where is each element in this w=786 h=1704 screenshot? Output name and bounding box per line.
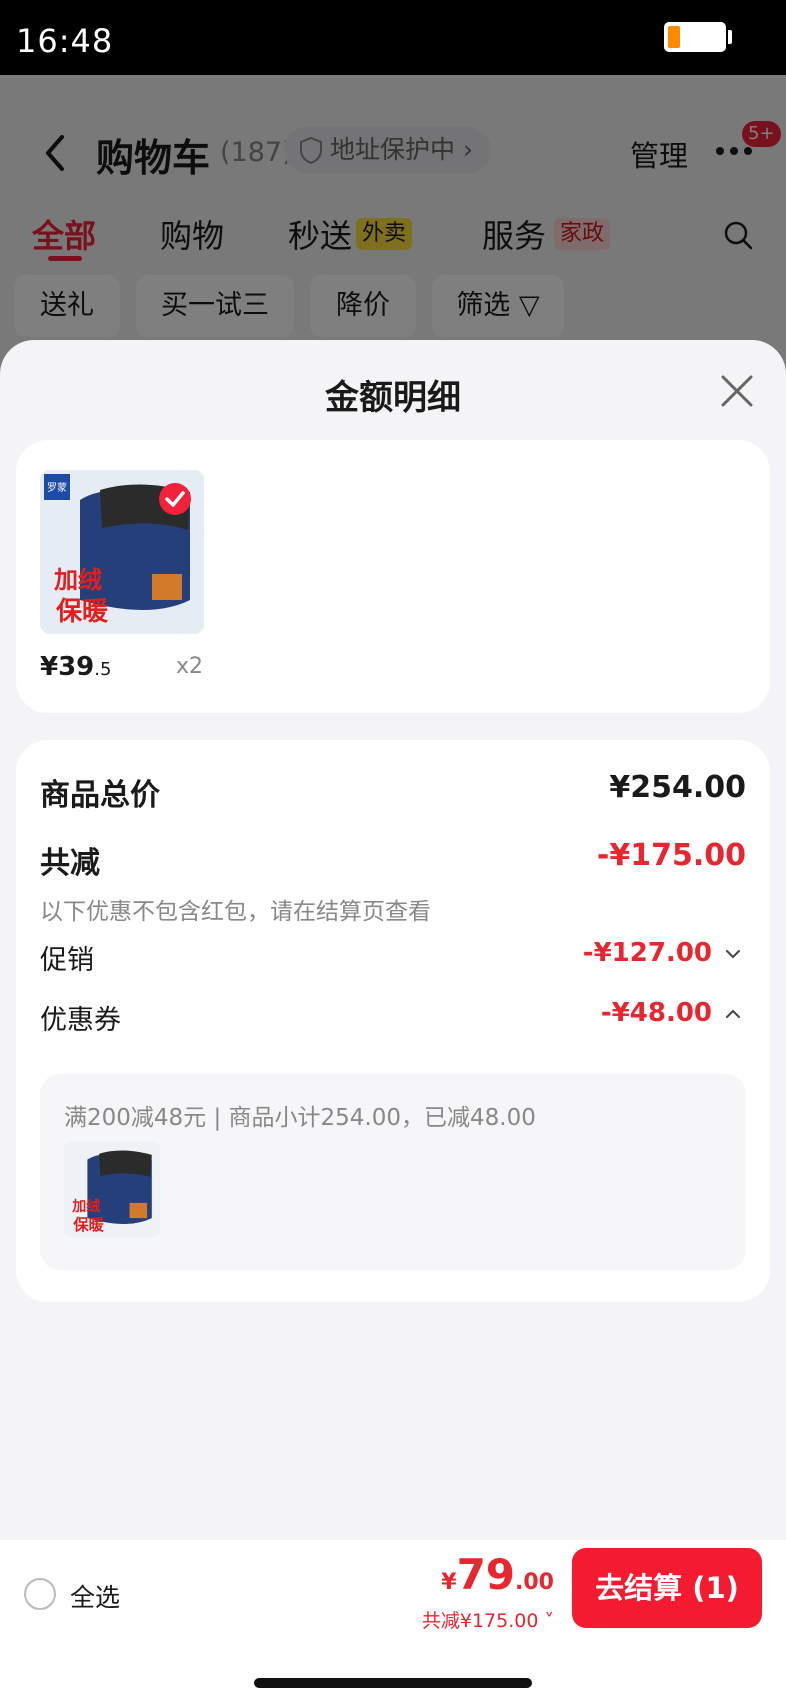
total-discount-text: 共减¥175.00 [421, 1610, 539, 1632]
goods-total-label: 商品总价 [40, 778, 160, 813]
select-all-radio[interactable] [24, 1578, 56, 1610]
coupon-product-image: 加绒 保暖 [64, 1142, 160, 1238]
goods-total-value: ¥254.00 [609, 770, 746, 805]
selected-items-card: 罗蒙 加绒 保暖 ¥39.5 x2 [16, 440, 770, 713]
svg-text:保暖: 保暖 [72, 1216, 104, 1234]
svg-text:加绒: 加绒 [54, 566, 102, 594]
coupon-label: 优惠券 [40, 1005, 121, 1036]
checkout-button[interactable]: 去结算 (1) [572, 1548, 762, 1628]
coupon-value[interactable]: -¥48.00 [601, 998, 712, 1028]
battery-tip [728, 30, 732, 44]
svg-text:罗蒙: 罗蒙 [47, 481, 67, 494]
price-summary-card: 商品总价 ¥254.00 共减 -¥175.00 以下优惠不包含红包，请在结算页… [16, 740, 770, 1302]
select-all-label[interactable]: 全选 [70, 1578, 120, 1614]
amount-detail-sheet: 金额明细 罗蒙 加绒 保暖 ¥39.5 x2 商品总价 ¥254.00 共减 -… [0, 340, 786, 1704]
price-dec: .00 [515, 1570, 554, 1595]
total-price: ¥79.00 [441, 1550, 554, 1599]
item-quantity: x2 [176, 654, 204, 679]
checkout-bar: 全选 ¥79.00 共减¥175.00 ˅ 去结算 (1) [0, 1540, 786, 1704]
status-bar: 16:48 [0, 0, 786, 75]
promo-label: 促销 [40, 945, 94, 976]
discount-note: 以下优惠不包含红包，请在结算页查看 [40, 899, 431, 925]
battery-icon [664, 22, 726, 52]
price-currency: ¥ [441, 1570, 457, 1595]
status-time: 16:48 [16, 22, 114, 60]
chevron-down-icon: ˅ [538, 1610, 554, 1632]
close-icon[interactable] [720, 374, 754, 408]
total-reduce-label: 共减 [40, 846, 100, 881]
item-price-int: ¥39 [40, 652, 95, 682]
home-indicator [254, 1678, 532, 1688]
svg-text:加绒: 加绒 [71, 1198, 100, 1215]
promo-value[interactable]: -¥127.00 [583, 938, 712, 968]
item-price-dec: .5 [94, 659, 112, 680]
coupon-detail-text: 满200减48元 | 商品小计254.00，已减48.00 [64, 1105, 536, 1131]
coupon-detail-box: 满200减48元 | 商品小计254.00，已减48.00 加绒 保暖 [40, 1074, 746, 1270]
total-reduce-value: -¥175.00 [596, 838, 746, 873]
price-int: 79 [456, 1550, 516, 1599]
chevron-down-icon[interactable] [724, 948, 742, 960]
checked-icon[interactable] [158, 482, 192, 516]
total-discount-toggle[interactable]: 共减¥175.00 ˅ [422, 1606, 554, 1633]
svg-text:保暖: 保暖 [55, 597, 109, 627]
item-price: ¥39.5 [40, 652, 111, 682]
chevron-up-icon[interactable] [724, 1008, 742, 1020]
sheet-title: 金额明细 [325, 378, 461, 418]
